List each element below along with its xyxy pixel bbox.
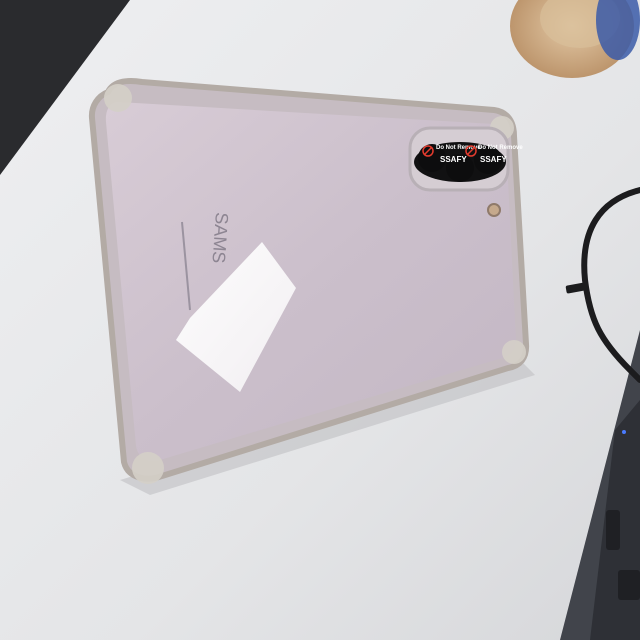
sticker-left-line2: SSAFY	[440, 155, 467, 164]
sticker-right-line1: Do Not Remove	[478, 145, 523, 151]
sticker-right-line2: SSAFY	[480, 155, 507, 164]
flash-icon	[487, 203, 501, 217]
brand-text: SAMS	[208, 212, 232, 264]
photo-scene: SAMS Do Not Remove SSAFY Do Not Remove S…	[0, 0, 640, 640]
